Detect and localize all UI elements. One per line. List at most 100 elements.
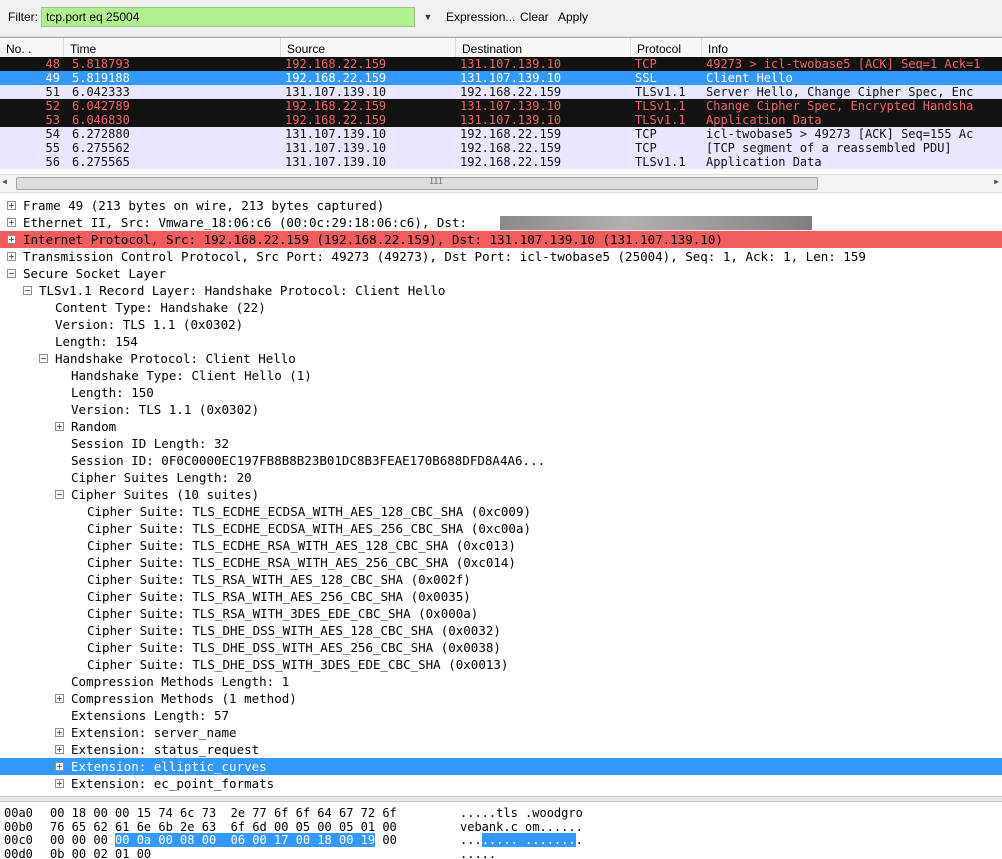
filter-dropdown-arrow-icon[interactable]: ▼ <box>422 10 434 24</box>
expand-icon[interactable]: + <box>55 745 64 754</box>
detail-row[interactable]: Cipher Suite: TLS_ECDHE_RSA_WITH_AES_128… <box>0 537 1002 554</box>
packet-cell-no: 53 <box>45 113 60 127</box>
detail-row[interactable]: Cipher Suite: TLS_RSA_WITH_AES_128_CBC_S… <box>0 571 1002 588</box>
detail-row[interactable]: + Random <box>0 418 1002 435</box>
packet-list[interactable]: No. . Time Source Destination Protocol I… <box>0 37 1002 173</box>
detail-row[interactable]: + Compression Methods (1 method) <box>0 690 1002 707</box>
detail-row[interactable]: Handshake Type: Client Hello (1) <box>0 367 1002 384</box>
detail-row[interactable]: Session ID: 0F0C0000EC197FB8B8B23B01DC8B… <box>0 452 1002 469</box>
detail-row[interactable]: Cipher Suite: TLS_ECDHE_ECDSA_WITH_AES_2… <box>0 520 1002 537</box>
detail-row[interactable]: − Cipher Suites (10 suites) <box>0 486 1002 503</box>
detail-text: Cipher Suite: TLS_RSA_WITH_AES_256_CBC_S… <box>87 589 471 604</box>
detail-row[interactable]: Cipher Suite: TLS_ECDHE_ECDSA_WITH_AES_1… <box>0 503 1002 520</box>
packet-cell-no: 48 <box>45 57 60 71</box>
detail-text: Compression Methods (1 method) <box>71 691 297 706</box>
redacted-block <box>500 216 812 230</box>
detail-row[interactable]: Length: 150 <box>0 384 1002 401</box>
detail-row[interactable]: Length: 154 <box>0 333 1002 350</box>
detail-text: Secure Socket Layer <box>23 266 166 281</box>
detail-row[interactable]: Cipher Suites Length: 20 <box>0 469 1002 486</box>
detail-row[interactable]: − Secure Socket Layer <box>0 265 1002 282</box>
packet-row[interactable]: 53 6.046830 192.168.22.159 131.107.139.10 TL… <box>0 113 1002 127</box>
expand-icon[interactable]: + <box>7 218 16 227</box>
packet-cell-src: 192.168.22.159 <box>285 99 387 113</box>
packet-details-tree[interactable]: + Frame 49 (213 bytes on wire, 213 bytes … <box>0 197 1002 795</box>
hex-ascii: vebank.c om...... <box>460 819 583 834</box>
expand-icon[interactable]: + <box>55 728 64 737</box>
filter-input[interactable] <box>41 7 415 27</box>
collapse-icon[interactable]: − <box>23 286 32 295</box>
apply-button[interactable]: Apply <box>558 10 588 24</box>
collapse-icon[interactable]: − <box>55 490 64 499</box>
packet-cell-dst: 131.107.139.10 <box>460 99 562 113</box>
packet-cell-proto: TLSv1.1 <box>635 85 686 99</box>
packet-cell-src: 131.107.139.10 <box>285 127 387 141</box>
detail-text: TLSv1.1 Record Layer: Handshake Protocol… <box>39 283 446 298</box>
hex-dump-pane[interactable]: 00a0 00 18 00 00 15 74 6c 73 2e 77 6f 6f … <box>0 801 1002 859</box>
packet-row[interactable]: 49 5.819188 192.168.22.159 131.107.139.10 SS… <box>0 71 1002 85</box>
hex-bytes: 00 18 00 00 15 74 6c 73 2e 77 6f 6f 64 6… <box>50 806 397 820</box>
detail-row[interactable]: Session ID Length: 32 <box>0 435 1002 452</box>
detail-row[interactable]: Compression Methods Length: 1 <box>0 673 1002 690</box>
packet-row[interactable]: 51 6.042333 131.107.139.10 192.168.22.159 TL… <box>0 85 1002 99</box>
packet-cell-no: 56 <box>45 155 60 169</box>
collapse-icon[interactable]: − <box>39 354 48 363</box>
detail-row[interactable]: + Transmission Control Protocol, Src Port… <box>0 248 1002 265</box>
detail-row[interactable]: Cipher Suite: TLS_DHE_DSS_WITH_3DES_EDE_… <box>0 656 1002 673</box>
expand-icon[interactable]: + <box>55 779 64 788</box>
expression-button[interactable]: Expression... <box>446 10 515 24</box>
packet-cell-info: Client Hello <box>706 71 793 85</box>
detail-row[interactable]: − TLSv1.1 Record Layer: Handshake Protoco… <box>0 282 1002 299</box>
detail-row[interactable]: + Internet Protocol, Src: 192.168.22.159 … <box>0 231 1002 248</box>
packet-row[interactable]: 56 6.275565 131.107.139.10 192.168.22.159 TL… <box>0 155 1002 169</box>
scroll-right-arrow-icon[interactable]: ▶ <box>994 177 999 186</box>
detail-row[interactable]: + Extension: server_name <box>0 724 1002 741</box>
packet-cell-no: 55 <box>45 141 60 155</box>
detail-row[interactable]: + Extension: ec_point_formats <box>0 775 1002 792</box>
detail-row[interactable]: Cipher Suite: TLS_DHE_DSS_WITH_AES_128_C… <box>0 622 1002 639</box>
detail-row[interactable]: + Extension: elliptic_curves <box>0 758 1002 775</box>
filter-toolbar: Filter: ▼ Expression... Clear Apply <box>0 0 1002 37</box>
detail-text: Version: TLS 1.1 (0x0302) <box>55 317 244 332</box>
packet-cell-info: Server Hello, Change Cipher Spec, Enc <box>706 85 974 99</box>
packet-row[interactable]: 54 6.272880 131.107.139.10 192.168.22.159 TC… <box>0 127 1002 141</box>
packet-cell-dst: 192.168.22.159 <box>460 155 562 169</box>
detail-text: Cipher Suite: TLS_DHE_DSS_WITH_AES_256_C… <box>87 640 501 655</box>
expand-icon[interactable]: + <box>55 694 64 703</box>
detail-row[interactable]: Version: TLS 1.1 (0x0302) <box>0 401 1002 418</box>
packet-cell-proto: SSL <box>635 71 657 85</box>
packet-row[interactable]: 55 6.275562 131.107.139.10 192.168.22.159 TC… <box>0 141 1002 155</box>
expand-icon[interactable]: + <box>55 762 64 771</box>
detail-row[interactable]: − Handshake Protocol: Client Hello <box>0 350 1002 367</box>
packet-cell-time: 6.272880 <box>72 127 130 141</box>
hex-bytes-selected: 00 0a 00 08 00 06 00 17 00 18 00 19 <box>115 833 376 847</box>
collapse-icon[interactable]: − <box>7 269 16 278</box>
filter-label: Filter: <box>8 10 38 24</box>
packet-cell-info: Application Data <box>706 113 822 127</box>
detail-text: Compression Methods Length: 1 <box>71 674 290 689</box>
detail-row[interactable]: Cipher Suite: TLS_RSA_WITH_AES_256_CBC_S… <box>0 588 1002 605</box>
scroll-left-arrow-icon[interactable]: ◀ <box>2 177 7 186</box>
expand-icon[interactable]: + <box>7 252 16 261</box>
detail-row[interactable]: Content Type: Handshake (22) <box>0 299 1002 316</box>
scrollbar-grip: III <box>429 177 443 187</box>
packet-row[interactable]: 52 6.042789 192.168.22.159 131.107.139.10 TL… <box>0 99 1002 113</box>
detail-row[interactable]: Cipher Suite: TLS_DHE_DSS_WITH_AES_256_C… <box>0 639 1002 656</box>
packet-list-scrollbar[interactable]: ◀ III ▶ <box>0 174 1002 193</box>
packet-rows: 48 5.818793 192.168.22.159 131.107.139.10 TC… <box>0 57 1002 169</box>
detail-row[interactable]: + Frame 49 (213 bytes on wire, 213 bytes … <box>0 197 1002 214</box>
detail-row[interactable]: Cipher Suite: TLS_RSA_WITH_3DES_EDE_CBC_… <box>0 605 1002 622</box>
packet-cell-src: 192.168.22.159 <box>285 57 387 71</box>
expand-icon[interactable]: + <box>7 201 16 210</box>
detail-row[interactable]: Cipher Suite: TLS_ECDHE_RSA_WITH_AES_256… <box>0 554 1002 571</box>
expand-icon[interactable]: + <box>7 235 16 244</box>
scrollbar-thumb[interactable]: III <box>16 177 818 190</box>
detail-row[interactable]: + Extension: status_request <box>0 741 1002 758</box>
clear-button[interactable]: Clear <box>520 10 549 24</box>
packet-row[interactable]: 48 5.818793 192.168.22.159 131.107.139.10 TC… <box>0 57 1002 71</box>
detail-text: Session ID Length: 32 <box>71 436 230 451</box>
expand-icon[interactable]: + <box>55 422 64 431</box>
detail-row[interactable]: Version: TLS 1.1 (0x0302) <box>0 316 1002 333</box>
detail-row[interactable]: + Ethernet II, Src: Vmware_18:06:c6 (00:0… <box>0 214 1002 231</box>
detail-row[interactable]: Extensions Length: 57 <box>0 707 1002 724</box>
